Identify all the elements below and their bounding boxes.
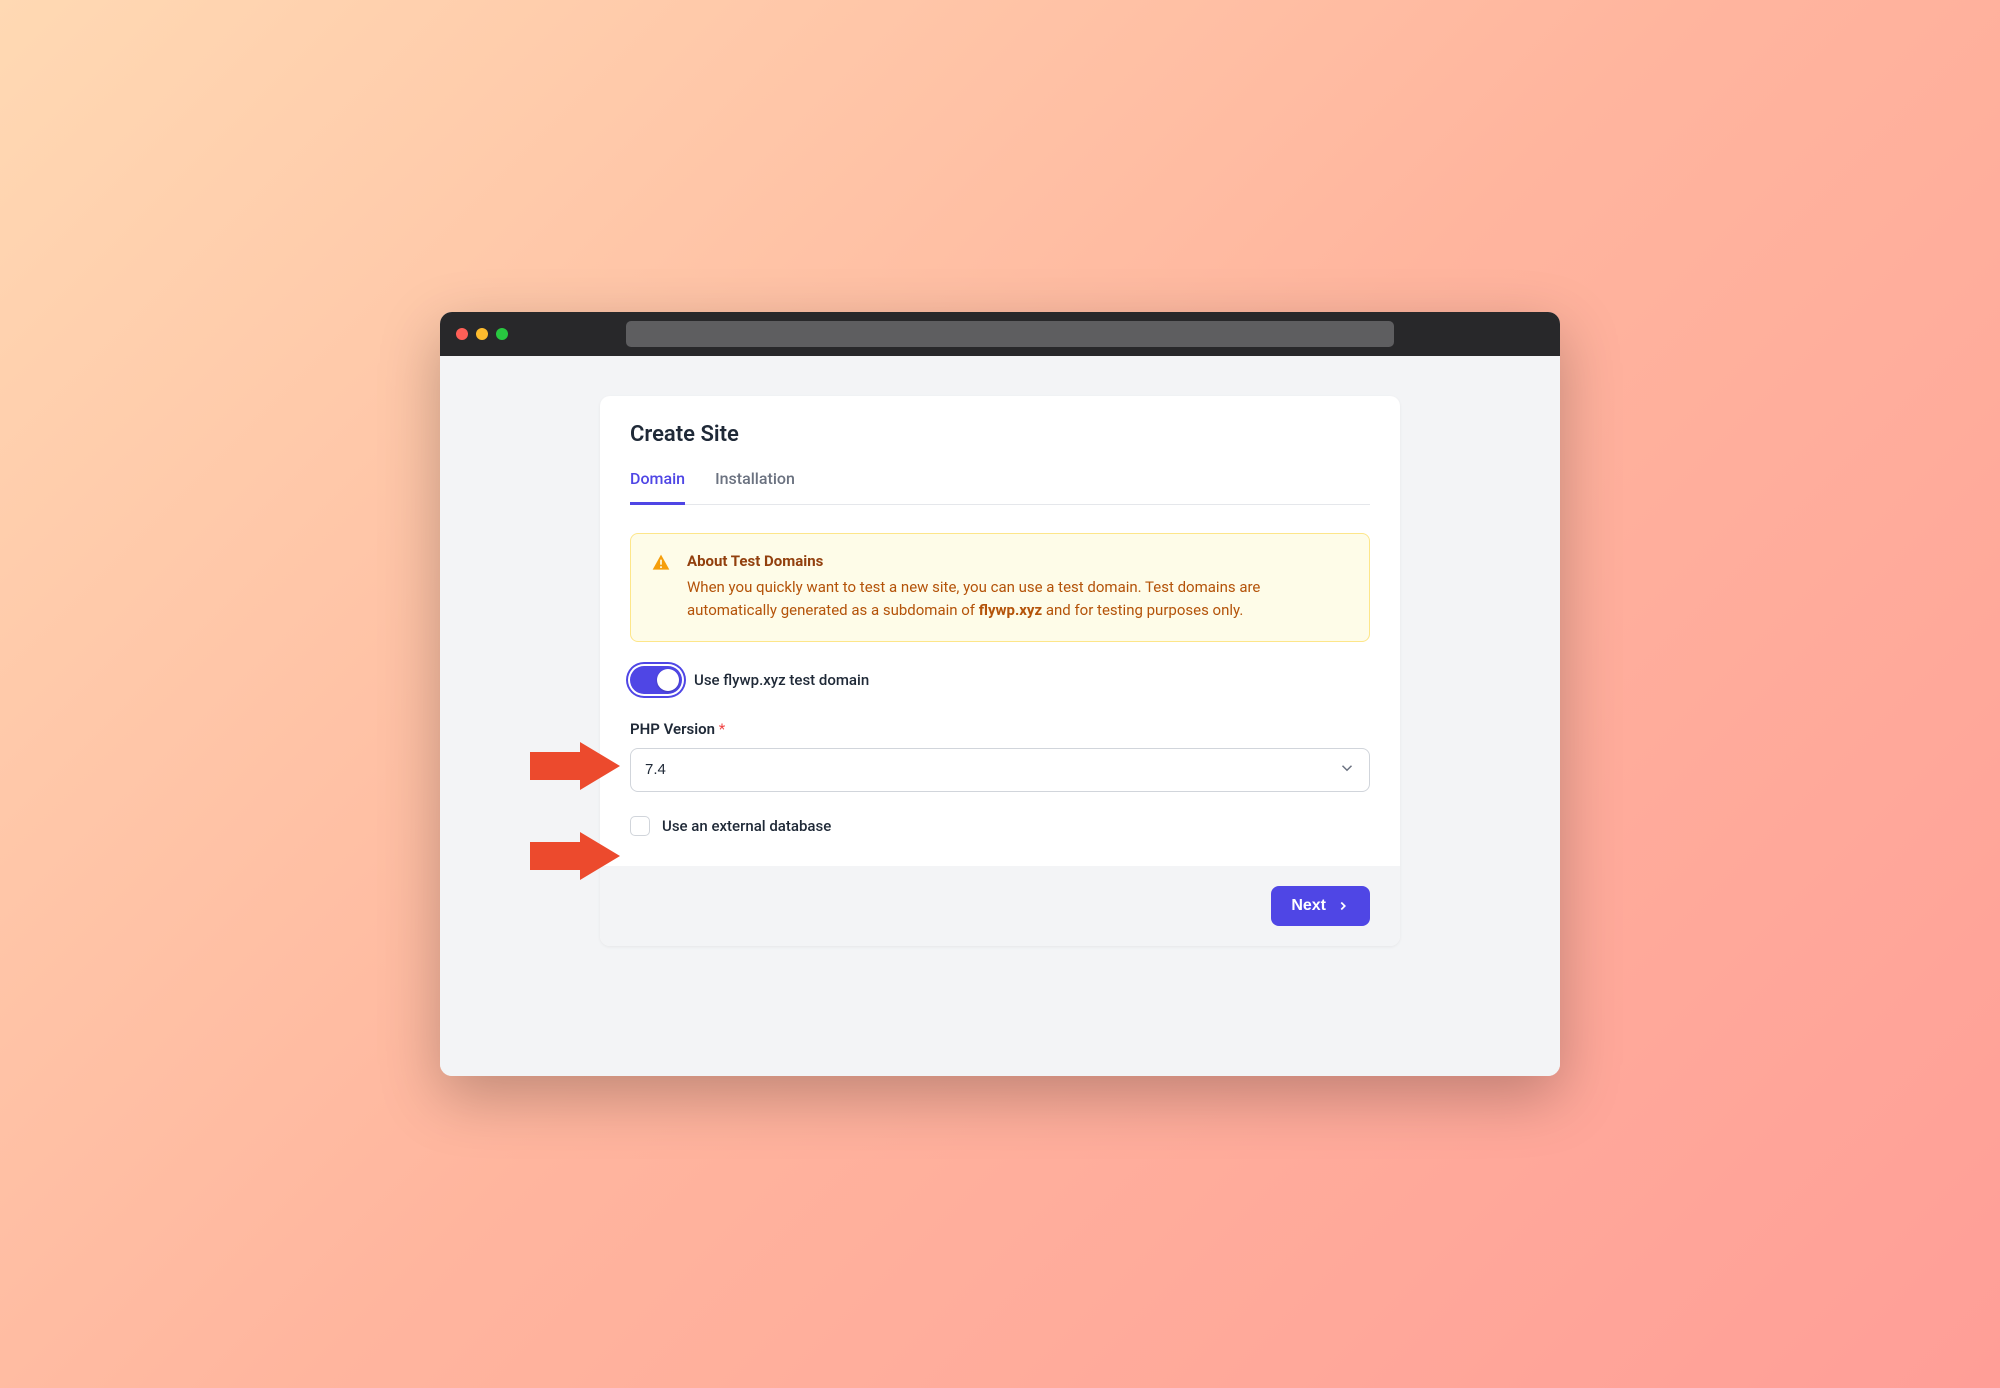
notice-content: About Test Domains When you quickly want…: [687, 552, 1349, 623]
tab-list: Domain Installation: [630, 469, 1370, 505]
card-body: About Test Domains When you quickly want…: [600, 505, 1400, 866]
maximize-window-dot[interactable]: [496, 328, 508, 340]
php-version-label: PHP Version *: [630, 720, 1370, 738]
next-button[interactable]: Next: [1271, 886, 1370, 926]
notice-body: When you quickly want to test a new site…: [687, 576, 1349, 623]
tab-domain[interactable]: Domain: [630, 469, 685, 505]
annotation-arrow-select: [530, 832, 620, 880]
test-domain-toggle[interactable]: [630, 666, 682, 694]
php-version-select-wrap: [630, 748, 1370, 792]
external-db-label: Use an external database: [662, 817, 831, 835]
annotation-arrow-toggle: [530, 742, 620, 790]
notice-test-domains: About Test Domains When you quickly want…: [630, 533, 1370, 642]
external-db-row: Use an external database: [630, 816, 1370, 836]
chevron-right-icon: [1336, 899, 1350, 913]
test-domain-toggle-row: Use flywp.xyz test domain: [630, 666, 1370, 694]
minimize-window-dot[interactable]: [476, 328, 488, 340]
tab-installation[interactable]: Installation: [715, 469, 795, 505]
close-window-dot[interactable]: [456, 328, 468, 340]
page-title: Create Site: [630, 422, 1370, 447]
card-header: Create Site Domain Installation: [600, 396, 1400, 505]
external-db-checkbox[interactable]: [630, 816, 650, 836]
php-version-select[interactable]: [630, 748, 1370, 792]
warning-triangle-icon: [651, 553, 671, 573]
create-site-card: Create Site Domain Installation About Te…: [600, 396, 1400, 946]
browser-window: Create Site Domain Installation About Te…: [440, 312, 1560, 1076]
test-domain-toggle-label: Use flywp.xyz test domain: [694, 671, 869, 689]
url-bar[interactable]: [626, 321, 1394, 347]
card-footer: Next: [600, 866, 1400, 946]
browser-viewport: Create Site Domain Installation About Te…: [440, 356, 1560, 1076]
browser-titlebar: [440, 312, 1560, 356]
notice-title: About Test Domains: [687, 552, 1349, 570]
